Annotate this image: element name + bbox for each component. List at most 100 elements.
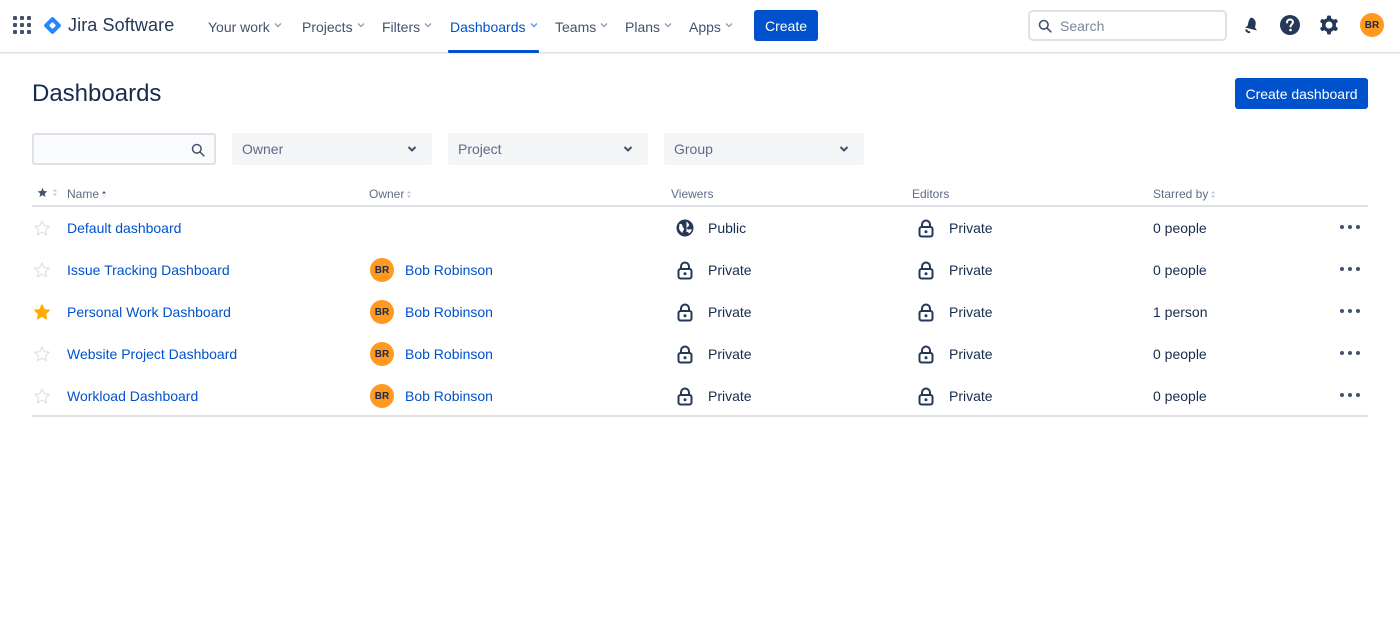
viewers-value: Private (708, 388, 752, 404)
owner-avatar[interactable]: BR (370, 342, 394, 366)
chevron-down-icon (357, 22, 365, 29)
lock-icon (916, 260, 936, 280)
star-filled-icon[interactable] (32, 303, 52, 321)
nav-your-work[interactable]: Your work (208, 0, 282, 53)
owner-link[interactable]: Bob Robinson (405, 388, 493, 404)
global-search[interactable] (1028, 10, 1227, 41)
globe-icon (675, 218, 695, 238)
editors-cell: Private (916, 375, 993, 417)
table-row: Workload Dashboard BR Bob Robinson Priva… (32, 375, 1368, 417)
editors-value: Private (949, 262, 993, 278)
editors-cell: Private (916, 333, 993, 375)
viewers-value: Private (708, 262, 752, 278)
page-title: Dashboards (32, 80, 162, 107)
dashboard-name-link[interactable]: Workload Dashboard (67, 388, 198, 404)
nav-dashboards[interactable]: Dashboards (448, 0, 538, 53)
help-icon[interactable] (1279, 14, 1301, 36)
nav-label: Plans (625, 18, 661, 35)
chevron-down-icon (424, 22, 432, 29)
star-outline-icon[interactable] (32, 345, 52, 363)
nav-label: Apps (689, 18, 721, 35)
avatar-initials: BR (1364, 19, 1380, 31)
top-navigation: Jira Software Your work Projects Filters… (0, 0, 1400, 53)
owner-link[interactable]: Bob Robinson (405, 346, 493, 362)
lock-icon (675, 260, 695, 280)
column-header-starred-by[interactable]: Starred by (1153, 187, 1216, 201)
avatar-initials: BR (374, 390, 390, 402)
sort-icon (407, 190, 412, 198)
owner-avatar[interactable]: BR (370, 258, 394, 282)
nav-plans[interactable]: Plans (625, 0, 672, 53)
group-filter-placeholder: Group (674, 141, 713, 157)
chevron-down-icon (530, 22, 537, 29)
settings-icon[interactable] (1318, 14, 1340, 36)
lock-icon (916, 302, 936, 322)
editors-cell: Private (916, 291, 993, 333)
owner-filter-placeholder: Owner (242, 141, 284, 157)
nav-teams[interactable]: Teams (555, 0, 608, 53)
dashboard-name-link[interactable]: Issue Tracking Dashboard (67, 262, 230, 278)
project-filter-select[interactable]: Project (448, 133, 648, 165)
star-icon (37, 187, 48, 197)
nav-label: Teams (555, 18, 597, 35)
avatar-initials: BR (374, 264, 390, 276)
chevron-down-icon (623, 146, 633, 152)
nav-filters[interactable]: Filters (382, 0, 432, 53)
owner-avatar[interactable]: BR (370, 300, 394, 324)
table-row: Issue Tracking Dashboard BR Bob Robinson… (32, 249, 1368, 291)
owner-link[interactable]: Bob Robinson (405, 262, 493, 278)
jira-logo-icon (43, 15, 62, 35)
table-row: Default dashboard Public Private 0 peopl… (32, 207, 1368, 249)
column-header-owner[interactable]: Owner (369, 187, 412, 201)
owner-avatar[interactable]: BR (370, 384, 394, 408)
editors-value: Private (949, 220, 993, 236)
owner-link[interactable]: Bob Robinson (405, 304, 493, 320)
star-outline-icon[interactable] (32, 387, 52, 405)
owner-cell: BR Bob Robinson (370, 291, 493, 333)
viewers-cell: Private (675, 333, 752, 375)
starred-column-header[interactable] (37, 187, 58, 198)
group-filter-select[interactable]: Group (664, 133, 864, 165)
starred-by-value: 1 person (1153, 304, 1208, 320)
nav-apps[interactable]: Apps (689, 0, 733, 53)
user-avatar[interactable]: BR (1360, 13, 1384, 37)
create-button[interactable]: Create (754, 10, 818, 41)
star-outline-icon[interactable] (32, 219, 52, 237)
star-outline-icon[interactable] (32, 261, 52, 279)
dashboard-name-link[interactable]: Personal Work Dashboard (67, 304, 231, 320)
more-actions-button[interactable] (1340, 221, 1360, 233)
viewers-cell: Private (675, 375, 752, 417)
column-label: Viewers (671, 187, 714, 201)
column-label: Starred by (1153, 187, 1209, 201)
lock-icon (675, 386, 695, 406)
dashboard-name-link[interactable]: Default dashboard (67, 220, 181, 236)
create-dashboard-button[interactable]: Create dashboard (1235, 78, 1368, 109)
starred-by-value: 0 people (1153, 346, 1207, 362)
dashboards-table: Name Owner Viewers Editors Starred by De… (32, 182, 1368, 417)
editors-cell: Private (916, 207, 993, 249)
notifications-icon[interactable] (1239, 14, 1261, 36)
more-actions-button[interactable] (1340, 347, 1360, 359)
starred-by-value: 0 people (1153, 262, 1207, 278)
nav-projects[interactable]: Projects (302, 0, 365, 53)
owner-cell: BR Bob Robinson (370, 375, 493, 417)
column-label: Name (67, 187, 100, 201)
chevron-down-icon (725, 22, 733, 29)
table-row: Website Project Dashboard BR Bob Robinso… (32, 333, 1368, 375)
editors-cell: Private (916, 249, 993, 291)
viewers-value: Public (708, 220, 747, 236)
viewers-value: Private (708, 304, 752, 320)
app-switcher-icon[interactable] (13, 16, 31, 34)
jira-logo[interactable]: Jira Software (43, 13, 174, 37)
sort-icon (53, 189, 57, 196)
dashboard-name-link[interactable]: Website Project Dashboard (67, 346, 237, 362)
column-header-name[interactable]: Name (67, 187, 107, 201)
more-actions-button[interactable] (1340, 305, 1360, 317)
sort-ascending-icon (102, 190, 107, 198)
more-actions-button[interactable] (1340, 263, 1360, 275)
more-actions-button[interactable] (1340, 389, 1360, 401)
owner-filter-select[interactable]: Owner (232, 133, 432, 165)
dashboard-search[interactable] (32, 133, 216, 165)
global-search-input[interactable] (1060, 17, 1210, 34)
dashboard-search-input[interactable] (34, 135, 184, 163)
